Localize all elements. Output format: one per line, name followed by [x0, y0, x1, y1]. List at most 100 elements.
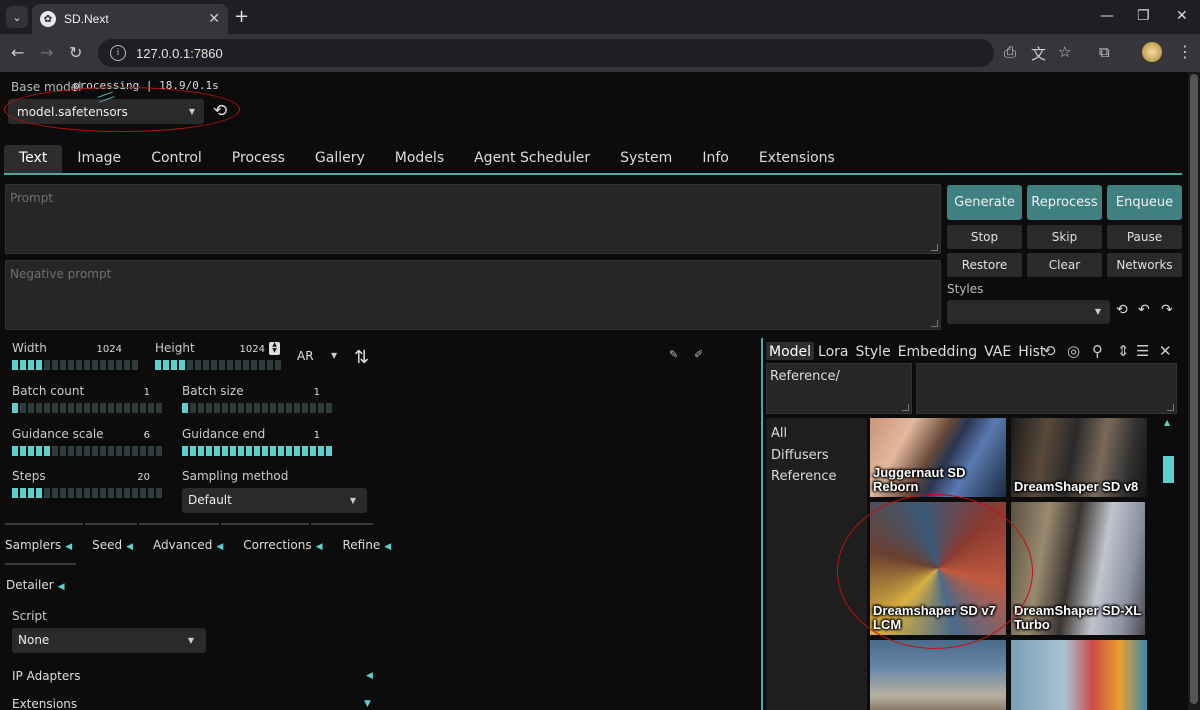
more-options-icon[interactable]: ⋮	[1177, 42, 1193, 61]
guidance-end-slider[interactable]	[182, 446, 332, 456]
height-value[interactable]: 1024	[225, 344, 265, 355]
tab-agent-scheduler[interactable]: Agent Scheduler	[459, 145, 605, 173]
close-icon[interactable]: ✕	[1159, 342, 1172, 360]
tab-gallery[interactable]: Gallery	[300, 145, 380, 173]
pencil-icon[interactable]: ✎	[669, 348, 678, 361]
guidance-end-value[interactable]: 1	[280, 430, 320, 441]
swap-dimensions-icon[interactable]: ⇅	[354, 347, 369, 368]
refresh-styles-icon[interactable]: ⟲	[1116, 302, 1128, 318]
minimize-icon[interactable]: —	[1100, 8, 1114, 24]
height-stepper-icon[interactable]: ▲ ▼	[269, 342, 280, 355]
net-tab-style[interactable]: Style	[853, 342, 894, 360]
tab-image[interactable]: Image	[62, 145, 136, 173]
batch-size-value[interactable]: 1	[280, 387, 320, 398]
resize-handle[interactable]	[931, 244, 938, 251]
batch-count-slider[interactable]	[12, 403, 162, 413]
enqueue-button[interactable]: Enqueue	[1107, 185, 1182, 220]
model-card-preview[interactable]	[1011, 640, 1147, 710]
resize-handle[interactable]	[902, 404, 909, 411]
tab-system[interactable]: System	[605, 145, 687, 173]
networks-scrollbar[interactable]: ▲	[1162, 418, 1175, 710]
width-slider[interactable]	[12, 360, 138, 370]
guidance-scale-value[interactable]: 6	[110, 430, 150, 441]
accordion-corrections[interactable]: Corrections ◀	[243, 538, 322, 552]
generate-button[interactable]: Generate	[947, 185, 1022, 220]
install-app-icon[interactable]: ⎙	[1004, 43, 1016, 61]
browser-tab[interactable]: ✿ SD.Next ✕	[32, 4, 228, 34]
sort-icon[interactable]: ⇕	[1117, 342, 1130, 360]
tab-search-button[interactable]: ⌄	[6, 6, 28, 28]
net-tab-model[interactable]: Model	[766, 342, 815, 360]
refresh-networks-icon[interactable]: ⟲	[1043, 342, 1056, 360]
profile-avatar[interactable]	[1142, 42, 1162, 62]
prompt-input[interactable]: Prompt	[5, 184, 941, 254]
page-scrollbar-thumb[interactable]	[1190, 74, 1198, 704]
brush-icon[interactable]: ✐	[694, 348, 703, 361]
close-tab-icon[interactable]: ✕	[208, 11, 220, 27]
width-value[interactable]: 1024	[82, 344, 122, 355]
reprocess-button[interactable]: Reprocess	[1027, 185, 1102, 220]
bookmark-star-icon[interactable]: ☆	[1058, 43, 1071, 61]
sampling-method-dropdown[interactable]: Default ▼	[182, 488, 367, 513]
close-window-icon[interactable]: ✕	[1176, 8, 1188, 24]
resize-handle[interactable]	[931, 320, 938, 327]
scrollbar-thumb[interactable]	[1163, 456, 1174, 483]
translate-icon[interactable]: 文	[1031, 43, 1046, 64]
model-card-juggernaut[interactable]: Juggernaut SD Reborn	[870, 418, 1006, 497]
target-icon[interactable]: ◎	[1067, 342, 1080, 360]
address-bar[interactable]: i 127.0.0.1:7860	[98, 39, 994, 67]
net-tab-vae[interactable]: VAE	[981, 342, 1014, 360]
list-view-icon[interactable]: ☰	[1136, 342, 1149, 360]
tab-info[interactable]: Info	[687, 145, 744, 173]
guidance-scale-slider[interactable]	[12, 446, 162, 456]
back-icon[interactable]: ←	[11, 43, 24, 62]
accordion-seed[interactable]: Seed ◀	[92, 538, 133, 552]
tab-models[interactable]: Models	[380, 145, 459, 173]
stop-button[interactable]: Stop	[947, 225, 1022, 249]
skip-button[interactable]: Skip	[1027, 225, 1102, 249]
new-tab-icon[interactable]: +	[234, 6, 249, 27]
accordion-advanced[interactable]: Advanced ◀	[153, 538, 223, 552]
model-card-preview[interactable]	[870, 640, 1006, 710]
site-info-icon[interactable]: i	[110, 45, 126, 61]
triangle-left-icon[interactable]: ◀	[366, 671, 373, 681]
steps-value[interactable]: 20	[110, 472, 150, 483]
extensions-puzzle-icon[interactable]: ⧉	[1099, 43, 1110, 61]
networks-path-input[interactable]: Reference/	[766, 363, 912, 414]
category-reference[interactable]: Reference	[771, 469, 862, 491]
accordion-detailer[interactable]: Detailer ◀	[6, 578, 65, 592]
styles-dropdown[interactable]: ▼	[947, 300, 1110, 324]
resize-handle[interactable]	[1167, 404, 1174, 411]
apply-style-icon[interactable]: ↶	[1138, 302, 1150, 318]
aspect-ratio-dropdown[interactable]: AR	[297, 349, 314, 363]
script-dropdown[interactable]: None ▼	[12, 628, 206, 653]
maximize-icon[interactable]: ❐	[1137, 8, 1150, 24]
tab-text[interactable]: Text	[4, 145, 63, 173]
networks-search-input[interactable]	[916, 363, 1177, 414]
height-slider[interactable]	[155, 360, 281, 370]
steps-slider[interactable]	[12, 488, 162, 498]
category-diffusers[interactable]: Diffusers	[771, 448, 862, 470]
pause-button[interactable]: Pause	[1107, 225, 1182, 249]
net-tab-lora[interactable]: Lora	[815, 342, 851, 360]
search-icon[interactable]: ⚲	[1092, 342, 1103, 360]
triangle-down-icon[interactable]: ▼	[364, 699, 371, 709]
tab-process[interactable]: Process	[217, 145, 300, 173]
tab-extensions[interactable]: Extensions	[744, 145, 850, 173]
page-scrollbar[interactable]	[1188, 72, 1200, 710]
negative-prompt-input[interactable]: Negative prompt	[5, 260, 941, 330]
networks-button[interactable]: Networks	[1107, 253, 1182, 277]
batch-count-value[interactable]: 1	[110, 387, 150, 398]
accordion-samplers[interactable]: Samplers ◀	[5, 538, 72, 552]
reload-icon[interactable]: ↻	[69, 43, 82, 62]
model-card-dreamshaper-v8[interactable]: DreamShaper SD v8	[1011, 418, 1147, 497]
batch-size-slider[interactable]	[182, 403, 332, 413]
tab-control[interactable]: Control	[136, 145, 217, 173]
forward-icon[interactable]: →	[40, 43, 53, 62]
clear-button[interactable]: Clear	[1027, 253, 1102, 277]
save-style-icon[interactable]: ↷	[1161, 302, 1173, 318]
accordion-ip-adapters[interactable]: IP Adapters	[12, 669, 80, 683]
accordion-refine[interactable]: Refine ◀	[343, 538, 392, 552]
category-all[interactable]: All	[771, 426, 862, 448]
accordion-extensions[interactable]: Extensions	[12, 697, 77, 710]
